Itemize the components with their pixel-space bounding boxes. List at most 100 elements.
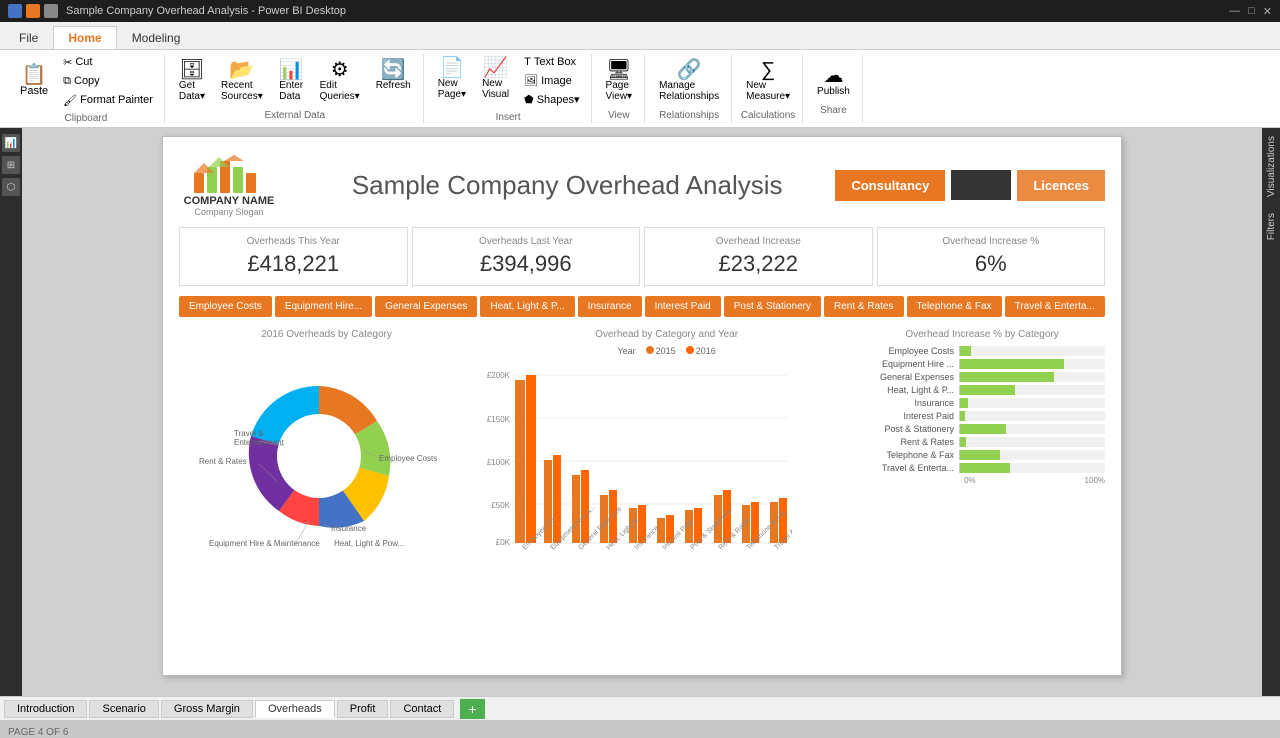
hbar-row: Interest Paid xyxy=(859,411,1105,421)
cut-icon: ✂ xyxy=(63,56,72,69)
hbar-track xyxy=(959,424,1105,434)
hbar-row: Employee Costs xyxy=(859,346,1105,356)
title-bar: Sample Company Overhead Analysis - Power… xyxy=(0,0,1280,22)
filter-btn-8[interactable]: Telephone & Fax xyxy=(907,296,1002,317)
hbar-label: Interest Paid xyxy=(859,411,959,421)
hbar-chart-title: Overhead Increase % by Category xyxy=(859,329,1105,340)
kpi-label-2: Overhead Increase xyxy=(657,236,860,247)
hbar-label: Equipment Hire ... xyxy=(859,359,959,369)
data-view-icon[interactable]: ⊞ xyxy=(2,156,20,174)
legend-2015: 2015 xyxy=(646,346,676,356)
new-page-button[interactable]: 📄 NewPage▾ xyxy=(432,54,472,108)
charts-area: 2016 Overheads by Category xyxy=(179,329,1105,569)
kpi-value-0: £418,221 xyxy=(192,251,395,277)
tab-home[interactable]: Home xyxy=(53,26,116,49)
cut-button[interactable]: ✂Cut xyxy=(58,54,158,71)
calculations-group: ∑ NewMeasure▾ Calculations xyxy=(734,54,803,123)
new-measure-button[interactable]: ∑ NewMeasure▾ xyxy=(740,56,796,106)
filter-btn-1[interactable]: Equipment Hire... xyxy=(275,296,372,317)
publish-button[interactable]: ☁ Publish xyxy=(811,62,856,101)
page-view-icon: 🖥 xyxy=(606,60,631,80)
get-data-label: GetData▾ xyxy=(179,80,205,102)
kpi-card-1: Overheads Last Year £394,996 xyxy=(412,227,641,286)
hbar-track xyxy=(959,463,1105,473)
filter-btn-5[interactable]: Interest Paid xyxy=(645,296,721,317)
hbar-label: Post & Stationery xyxy=(859,424,959,434)
tab-modeling[interactable]: Modeling xyxy=(117,26,196,49)
edit-queries-button[interactable]: ⚙ EditQueries▾ xyxy=(314,56,366,106)
filter-btn-4[interactable]: Insurance xyxy=(578,296,642,317)
edit-queries-label: EditQueries▾ xyxy=(320,80,360,102)
recent-sources-button[interactable]: 📂 RecentSources▾ xyxy=(215,56,269,106)
paste-button[interactable]: 📋 Paste xyxy=(14,61,54,101)
page-info: PAGE 4 OF 6 xyxy=(8,727,68,738)
filter-btn-0[interactable]: Employee Costs xyxy=(179,296,272,317)
consultancy-button[interactable]: Consultancy xyxy=(835,170,945,201)
kpi-card-2: Overhead Increase £23,222 xyxy=(644,227,873,286)
tab-file[interactable]: File xyxy=(4,26,53,49)
shapes-button[interactable]: ⬟ Shapes▾ xyxy=(519,91,584,108)
hbar-fill xyxy=(959,372,1054,382)
svg-text:Insurance: Insurance xyxy=(331,524,367,533)
hbar-row: Heat, Light & P... xyxy=(859,385,1105,395)
format-painter-button[interactable]: 🖌Format Painter xyxy=(58,92,158,109)
app-icon-3 xyxy=(44,4,58,18)
minimize-button[interactable]: — xyxy=(1229,5,1240,18)
copy-button[interactable]: ⧉Copy xyxy=(58,73,158,90)
licences-button[interactable]: Licences xyxy=(1017,170,1105,201)
svg-text:£100K: £100K xyxy=(487,458,511,467)
hbar-row: Equipment Hire ... xyxy=(859,359,1105,369)
visualizations-panel-label[interactable]: Visualizations xyxy=(1264,128,1279,205)
filter-btn-6[interactable]: Post & Stationery xyxy=(724,296,821,317)
hbar-row: General Expenses xyxy=(859,372,1105,382)
filters-panel-label[interactable]: Filters xyxy=(1264,205,1279,248)
bottom-tab-contact[interactable]: Contact xyxy=(390,700,454,718)
close-button[interactable]: ✕ xyxy=(1263,5,1272,18)
paste-label: Paste xyxy=(20,85,48,97)
bar-chart-panel: Overhead by Category and Year Year 2015 … xyxy=(482,329,851,569)
filter-btn-2[interactable]: General Expenses xyxy=(375,296,477,317)
refresh-button[interactable]: 🔄 Refresh xyxy=(370,56,417,106)
text-box-icon: T xyxy=(524,56,531,68)
hbar-row: Insurance xyxy=(859,398,1105,408)
hbar-fill xyxy=(959,424,1006,434)
filter-btn-3[interactable]: Heat, Light & P... xyxy=(480,296,574,317)
relationships-group: 🔗 ManageRelationships Relationships xyxy=(647,54,732,123)
svg-text:£200K: £200K xyxy=(487,371,511,380)
company-slogan: Company Slogan xyxy=(179,207,279,217)
share-group: ☁ Publish Share xyxy=(805,54,863,123)
manage-relationships-button[interactable]: 🔗 ManageRelationships xyxy=(653,56,725,106)
report-buttons: Consultancy Licences xyxy=(835,170,1105,201)
get-data-button[interactable]: 🗄 GetData▾ xyxy=(173,56,211,106)
enter-data-button[interactable]: 📊 EnterData xyxy=(273,56,310,106)
hbar-fill xyxy=(959,359,1064,369)
text-box-button[interactable]: T Text Box xyxy=(519,54,584,70)
ribbon-tabs: File Home Modeling xyxy=(0,22,1280,50)
window-title: Sample Company Overhead Analysis - Power… xyxy=(66,5,346,17)
filter-row: Employee CostsEquipment Hire...General E… xyxy=(179,296,1105,317)
report-canvas[interactable]: COMPANY NAME Company Slogan Sample Compa… xyxy=(22,128,1262,696)
bottom-tab-scenario[interactable]: Scenario xyxy=(89,700,158,718)
image-button[interactable]: 🖼 Image xyxy=(519,72,584,89)
maximize-button[interactable]: □ xyxy=(1248,5,1255,18)
filter-btn-7[interactable]: Rent & Rates xyxy=(824,296,903,317)
relationships-view-icon[interactable]: ⬡ xyxy=(2,178,20,196)
new-page-label: NewPage▾ xyxy=(438,78,466,100)
bottom-tab-gross-margin[interactable]: Gross Margin xyxy=(161,700,253,718)
kpi-card-3: Overhead Increase % 6% xyxy=(877,227,1106,286)
hbar-x-max: 100% xyxy=(1085,476,1105,485)
svg-text:£50K: £50K xyxy=(491,501,510,510)
image-icon: 🖼 xyxy=(524,74,538,87)
view-label: View xyxy=(608,110,630,121)
report-view-icon[interactable]: 📊 xyxy=(2,134,20,152)
hbar-label: Employee Costs xyxy=(859,346,959,356)
window-controls[interactable]: — □ ✕ xyxy=(1229,5,1272,18)
recent-label: RecentSources▾ xyxy=(221,80,263,102)
page-view-button[interactable]: 🖥 PageView▾ xyxy=(600,56,639,106)
bottom-tab-overheads[interactable]: Overheads xyxy=(255,700,335,718)
bottom-tab-introduction[interactable]: Introduction xyxy=(4,700,87,718)
add-tab-button[interactable]: + xyxy=(460,699,484,719)
bottom-tab-profit[interactable]: Profit xyxy=(337,700,389,718)
new-visual-button[interactable]: 📈 NewVisual xyxy=(476,54,515,108)
filter-btn-9[interactable]: Travel & Enterta... xyxy=(1005,296,1105,317)
